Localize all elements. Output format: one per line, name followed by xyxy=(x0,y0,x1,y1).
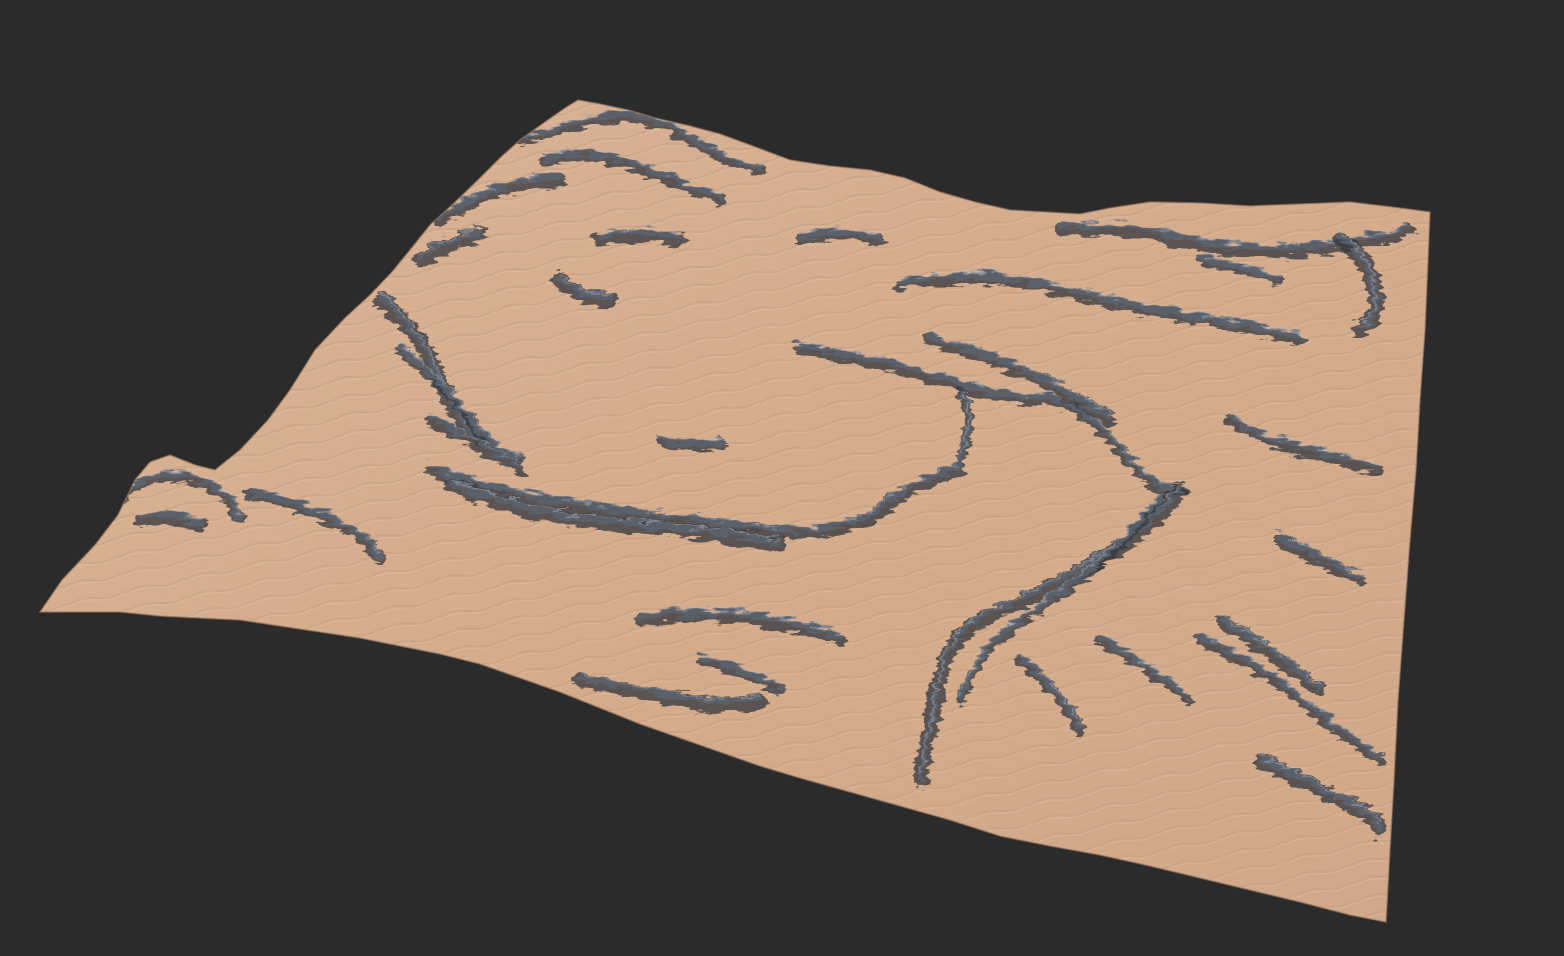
3d-viewport[interactable] xyxy=(0,0,1564,956)
terrain-render[interactable] xyxy=(0,0,1564,956)
terrain-surface xyxy=(40,100,1430,922)
